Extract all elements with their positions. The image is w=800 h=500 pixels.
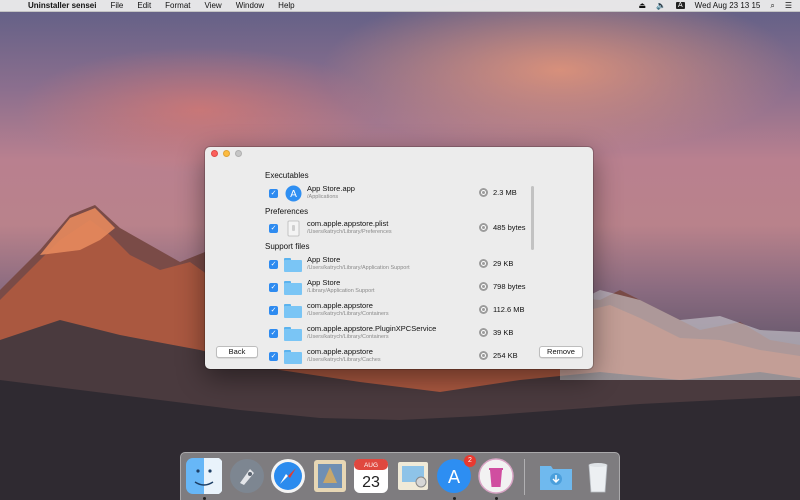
- scrollbar[interactable]: [531, 186, 534, 250]
- item-size: 112.6 MB: [493, 305, 525, 314]
- list-item[interactable]: ✓ com.apple.appstore /Users/katrych/Libr…: [269, 346, 529, 368]
- item-name: com.apple.appstore: [307, 301, 373, 310]
- preview-icon[interactable]: [394, 457, 432, 495]
- section-preferences: Preferences: [265, 207, 309, 216]
- app-window: Executables ✓ A App Store.app /Applicati…: [205, 147, 593, 369]
- close-button[interactable]: [211, 150, 218, 157]
- file-list: Executables ✓ A App Store.app /Applicati…: [205, 161, 593, 369]
- item-path: /Users/katrych/Library/Containers: [307, 311, 389, 317]
- list-item[interactable]: ✓ com.apple.appstore.PluginXPCService /U…: [269, 323, 529, 345]
- folder-icon: [284, 327, 302, 341]
- menu-format[interactable]: Format: [165, 1, 190, 10]
- checkbox[interactable]: ✓: [269, 352, 278, 361]
- item-name: com.apple.appstore.PluginXPCService: [307, 324, 437, 333]
- dock: AUG 23 A 2: [180, 452, 620, 500]
- reveal-in-finder-icon[interactable]: [479, 282, 488, 291]
- item-size: 39 KB: [493, 328, 514, 337]
- menu-window[interactable]: Window: [236, 1, 264, 10]
- svg-text:A: A: [290, 189, 297, 200]
- item-name: App Store.app: [307, 184, 355, 193]
- item-size: 798 bytes: [493, 282, 526, 291]
- menu-file[interactable]: File: [110, 1, 123, 10]
- trash-icon[interactable]: [579, 457, 617, 495]
- app-store-dock-item[interactable]: A 2: [435, 455, 476, 495]
- item-path: /Applications: [307, 194, 339, 200]
- folder-icon: [284, 304, 302, 318]
- eject-icon[interactable]: ⏏: [638, 1, 646, 10]
- checkbox[interactable]: ✓: [269, 260, 278, 269]
- section-support-files: Support files: [265, 242, 310, 251]
- safari-icon[interactable]: [269, 457, 307, 495]
- folder-icon: [284, 281, 302, 295]
- launchpad-icon[interactable]: [228, 457, 266, 495]
- checkbox[interactable]: ✓: [269, 224, 278, 233]
- item-size: 2.3 MB: [493, 188, 517, 197]
- item-path: /Users/katrych/Library/Preferences: [307, 229, 392, 235]
- item-path: /Users/katrych/Library/Application Suppo…: [307, 265, 410, 271]
- reveal-in-finder-icon[interactable]: [479, 188, 488, 197]
- checkbox[interactable]: ✓: [269, 283, 278, 292]
- spotlight-search-icon[interactable]: ⌕: [770, 1, 774, 11]
- remove-button[interactable]: Remove: [539, 346, 583, 358]
- folder-icon: [284, 258, 302, 272]
- input-source-icon[interactable]: A: [675, 2, 685, 9]
- app-store-icon: A: [285, 185, 302, 202]
- item-name: com.apple.appstore: [307, 347, 373, 356]
- notification-center-icon[interactable]: ☰: [785, 1, 792, 10]
- reveal-in-finder-icon[interactable]: [479, 223, 488, 232]
- item-path: /Users/katrych/Library/Containers: [307, 334, 389, 340]
- item-name: App Store: [307, 278, 341, 287]
- menu-bar: Uninstaller sensei File Edit Format View…: [0, 0, 800, 12]
- reveal-in-finder-icon[interactable]: [479, 351, 488, 360]
- reveal-in-finder-icon[interactable]: [479, 259, 488, 268]
- plist-file-icon: [287, 220, 300, 237]
- list-item[interactable]: ✓ App Store /Users/katrych/Library/Appli…: [269, 254, 529, 276]
- reveal-in-finder-icon[interactable]: [479, 328, 488, 337]
- minimize-button[interactable]: [223, 150, 230, 157]
- menubar-clock[interactable]: Wed Aug 23 13 15: [695, 1, 761, 10]
- volume-icon[interactable]: 🔈: [656, 1, 666, 10]
- item-path: /Library/Application Support: [307, 288, 375, 294]
- item-size: 254 KB: [493, 351, 518, 360]
- item-size: 485 bytes: [493, 223, 526, 232]
- list-item[interactable]: ✓ A App Store.app /Applications 2.3 MB: [269, 183, 529, 205]
- calendar-icon[interactable]: AUG 23: [352, 457, 390, 495]
- zoom-button[interactable]: [235, 150, 242, 157]
- back-button[interactable]: Back: [216, 346, 258, 358]
- finder-icon[interactable]: [185, 457, 223, 495]
- list-item[interactable]: ✓ App Store /Library/Application Support…: [269, 277, 529, 299]
- item-size: 29 KB: [493, 259, 514, 268]
- reveal-in-finder-icon[interactable]: [479, 305, 488, 314]
- checkbox[interactable]: ✓: [269, 306, 278, 315]
- menu-edit[interactable]: Edit: [137, 1, 151, 10]
- item-name: com.apple.appstore.plist: [307, 219, 389, 228]
- downloads-folder-icon[interactable]: [537, 457, 575, 495]
- dock-divider: [524, 459, 525, 495]
- menu-help[interactable]: Help: [278, 1, 294, 10]
- list-item[interactable]: ✓ com.apple.appstore.plist /Users/katryc…: [269, 218, 529, 240]
- notification-badge: 2: [464, 455, 476, 467]
- calendar-day: 23: [362, 474, 380, 491]
- uninstaller-icon[interactable]: [477, 457, 515, 495]
- list-item[interactable]: ✓ com.apple.appstore /Users/katrych/Libr…: [269, 300, 529, 322]
- calendar-month: AUG: [364, 462, 378, 469]
- menu-view[interactable]: View: [205, 1, 222, 10]
- item-path: /Users/katrych/Library/Caches: [307, 357, 381, 363]
- item-name: App Store: [307, 255, 341, 264]
- window-controls: [211, 150, 242, 157]
- folder-icon: [284, 350, 302, 364]
- mail-icon[interactable]: [311, 457, 349, 495]
- checkbox[interactable]: ✓: [269, 329, 278, 338]
- section-executables: Executables: [265, 171, 309, 180]
- checkbox[interactable]: ✓: [269, 189, 278, 198]
- svg-text:A: A: [448, 467, 461, 488]
- app-menu[interactable]: Uninstaller sensei: [28, 1, 96, 10]
